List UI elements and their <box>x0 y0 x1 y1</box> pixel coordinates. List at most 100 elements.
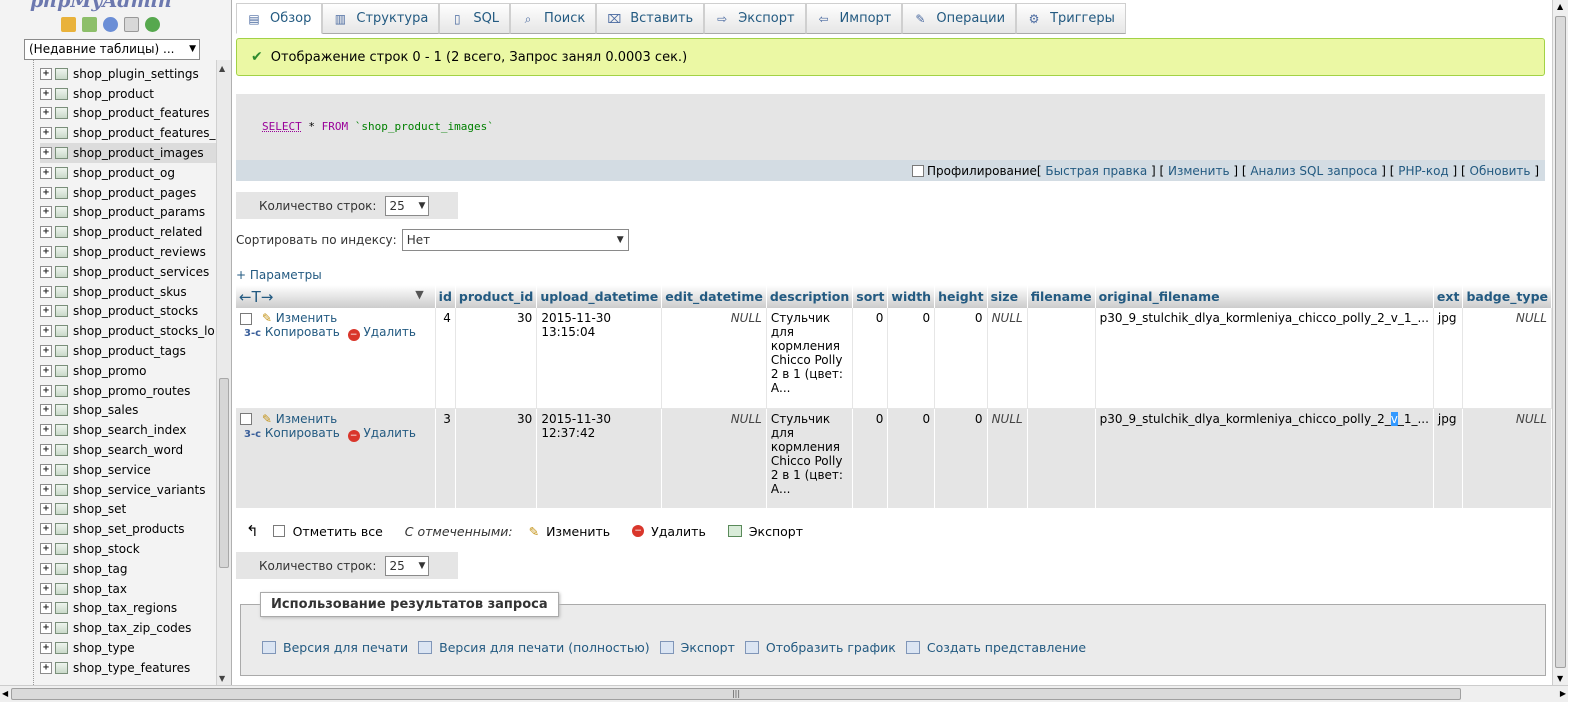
query-result-link-print-full[interactable]: Версия для печати (полностью) <box>418 640 650 655</box>
table-tree-label[interactable]: shop_product_og <box>73 166 175 180</box>
table-tree-label[interactable]: shop_product_stocks <box>73 304 198 318</box>
expand-icon[interactable]: + <box>40 87 52 100</box>
cell-height[interactable]: 0 <box>934 408 988 509</box>
expand-icon[interactable]: + <box>40 523 52 536</box>
table-tree-item[interactable]: + shop_product_tags <box>40 341 216 361</box>
expand-icon[interactable]: + <box>40 186 52 199</box>
expand-icon[interactable]: + <box>40 364 52 377</box>
cell-ext[interactable]: jpg <box>1433 408 1464 509</box>
cell-filename[interactable] <box>1027 408 1096 509</box>
column-header-ext[interactable]: ext <box>1433 285 1464 308</box>
expand-icon[interactable]: + <box>40 107 52 120</box>
scroll-up-icon[interactable]: ▲ <box>219 64 225 73</box>
cell-id[interactable]: 3 <box>435 408 456 509</box>
table-tree-item[interactable]: + shop_search_index <box>40 420 216 440</box>
expand-icon[interactable]: + <box>40 642 52 654</box>
table-tree-label[interactable]: shop_tax_zip_codes <box>73 621 191 635</box>
column-header-size[interactable]: size <box>987 285 1028 308</box>
table-tree-label[interactable]: shop_product_params <box>73 205 205 219</box>
scroll-left-icon[interactable]: ◀ <box>2 689 8 698</box>
table-tree-item[interactable]: + shop_service_variants <box>40 480 216 500</box>
tab-sql[interactable]: ▯ SQL <box>439 3 511 34</box>
row-delete-link[interactable]: − Удалить <box>347 325 416 341</box>
expand-icon[interactable]: + <box>40 483 52 496</box>
table-tree-item[interactable]: + shop_type_features <box>40 658 216 678</box>
table-tree-item[interactable]: + shop_product_reviews <box>40 242 216 262</box>
row-delete-link[interactable]: − Удалить <box>347 426 416 442</box>
column-header-description[interactable]: description <box>766 285 854 308</box>
table-tree-item[interactable]: + shop_service <box>40 460 216 480</box>
reload-icon[interactable] <box>145 17 160 32</box>
table-tree-label[interactable]: shop_promo_routes <box>73 384 190 398</box>
table-tree-item[interactable]: + shop_stock <box>40 539 216 559</box>
table-tree-label[interactable]: shop_service <box>73 463 151 477</box>
table-tree-item[interactable]: + shop_product_features_ <box>40 123 216 143</box>
column-options-icon[interactable]: ▼ <box>415 288 423 301</box>
bulk-export-button[interactable]: Экспорт <box>727 524 803 539</box>
sql-link[interactable]: Обновить <box>1470 164 1531 178</box>
column-header-upload_datetime[interactable]: upload_datetime <box>536 285 663 308</box>
row-checkbox[interactable] <box>240 312 252 325</box>
cell-sort[interactable]: 0 <box>852 308 889 409</box>
table-tree-label[interactable]: shop_stock <box>73 542 140 556</box>
table-tree-item[interactable]: + shop_plugin_settings <box>40 64 216 84</box>
page-scroll-thumb[interactable] <box>1555 16 1566 668</box>
column-header-product_id[interactable]: product_id <box>455 285 538 308</box>
cell-edit_datetime[interactable]: NULL <box>661 408 767 509</box>
expand-icon[interactable]: + <box>40 206 52 219</box>
horizontal-scrollbar[interactable]: ◀ ||| ▶ <box>0 685 1568 702</box>
expand-icon[interactable]: + <box>40 325 52 338</box>
cell-sort[interactable]: 0 <box>852 408 889 509</box>
table-tree-label[interactable]: shop_product_tags <box>73 344 186 358</box>
tab-search[interactable]: ⌕ Поиск <box>510 3 597 34</box>
table-tree-label[interactable]: shop_set_products <box>73 522 185 536</box>
scroll-right-icon[interactable]: ▶ <box>1560 689 1566 698</box>
table-tree-item[interactable]: + shop_product_stocks_lo <box>40 321 216 341</box>
expand-icon[interactable]: + <box>40 127 52 140</box>
sql-link[interactable]: PHP-код <box>1398 164 1448 178</box>
expand-icon[interactable]: + <box>40 226 52 239</box>
cell-width[interactable]: 0 <box>887 308 936 409</box>
tab-structure[interactable]: ▥ Структура <box>322 3 440 34</box>
table-tree-item[interactable]: + shop_set <box>40 500 216 520</box>
check-all-label[interactable]: Отметить все <box>293 524 383 539</box>
table-tree-item[interactable]: + shop_tax_regions <box>40 599 216 619</box>
options-link[interactable]: + Параметры <box>236 268 322 282</box>
expand-icon[interactable]: + <box>40 602 52 615</box>
tab-triggers[interactable]: ⚙ Триггеры <box>1016 3 1126 34</box>
table-tree-item[interactable]: + shop_product_images <box>40 143 216 163</box>
cell-upload_datetime[interactable]: 2015-11-30 12:37:42 <box>536 408 663 509</box>
horizontal-scroll-thumb[interactable]: ||| <box>11 688 1461 700</box>
table-tree-item[interactable]: + shop_tag <box>40 559 216 579</box>
column-header-filename[interactable]: filename <box>1027 285 1096 308</box>
query-result-link-export[interactable]: Экспорт <box>659 640 735 655</box>
table-tree-label[interactable]: shop_product_related <box>73 225 202 239</box>
tab-insert[interactable]: ⌧ Вставить <box>596 3 705 34</box>
rows-count-select[interactable]: 25 ▼ <box>385 555 430 576</box>
cell-description[interactable]: Стульчик для кормления Chicco Polly 2 в … <box>766 408 854 509</box>
table-tree-label[interactable]: shop_type <box>73 641 135 655</box>
cell-size[interactable]: NULL <box>987 308 1028 409</box>
table-tree-item[interactable]: + shop_promo_routes <box>40 381 216 401</box>
expand-icon[interactable]: + <box>40 463 52 476</box>
app-logo[interactable]: phpMyAdmin <box>30 0 172 12</box>
table-tree-item[interactable]: + shop_product_features <box>40 104 216 124</box>
row-copy-link[interactable]: 3-c Копировать <box>244 325 340 339</box>
table-tree-label[interactable]: shop_product <box>73 87 154 101</box>
cell-product_id[interactable]: 30 <box>455 408 538 509</box>
expand-icon[interactable]: + <box>40 444 52 457</box>
table-tree-label[interactable]: shop_search_index <box>73 423 187 437</box>
query-result-link-chart[interactable]: Отобразить график <box>744 640 896 655</box>
scroll-down-icon[interactable]: ▼ <box>219 674 225 683</box>
table-tree-item[interactable]: + shop_product <box>40 84 216 104</box>
bulk-delete-button[interactable]: − Удалить <box>632 524 706 539</box>
query-result-link-print[interactable]: Версия для печати <box>262 640 408 655</box>
table-tree-label[interactable]: shop_product_images <box>73 146 204 160</box>
table-tree-item[interactable]: + shop_tax_zip_codes <box>40 618 216 638</box>
column-header-sort[interactable]: sort <box>852 285 889 308</box>
docs-icon[interactable] <box>124 17 139 32</box>
cell-badge_type[interactable]: NULL <box>1462 408 1552 509</box>
table-tree-item[interactable]: + shop_promo <box>40 361 216 381</box>
table-tree-label[interactable]: shop_plugin_settings <box>73 67 199 81</box>
table-tree-label[interactable]: shop_service_variants <box>73 483 205 497</box>
